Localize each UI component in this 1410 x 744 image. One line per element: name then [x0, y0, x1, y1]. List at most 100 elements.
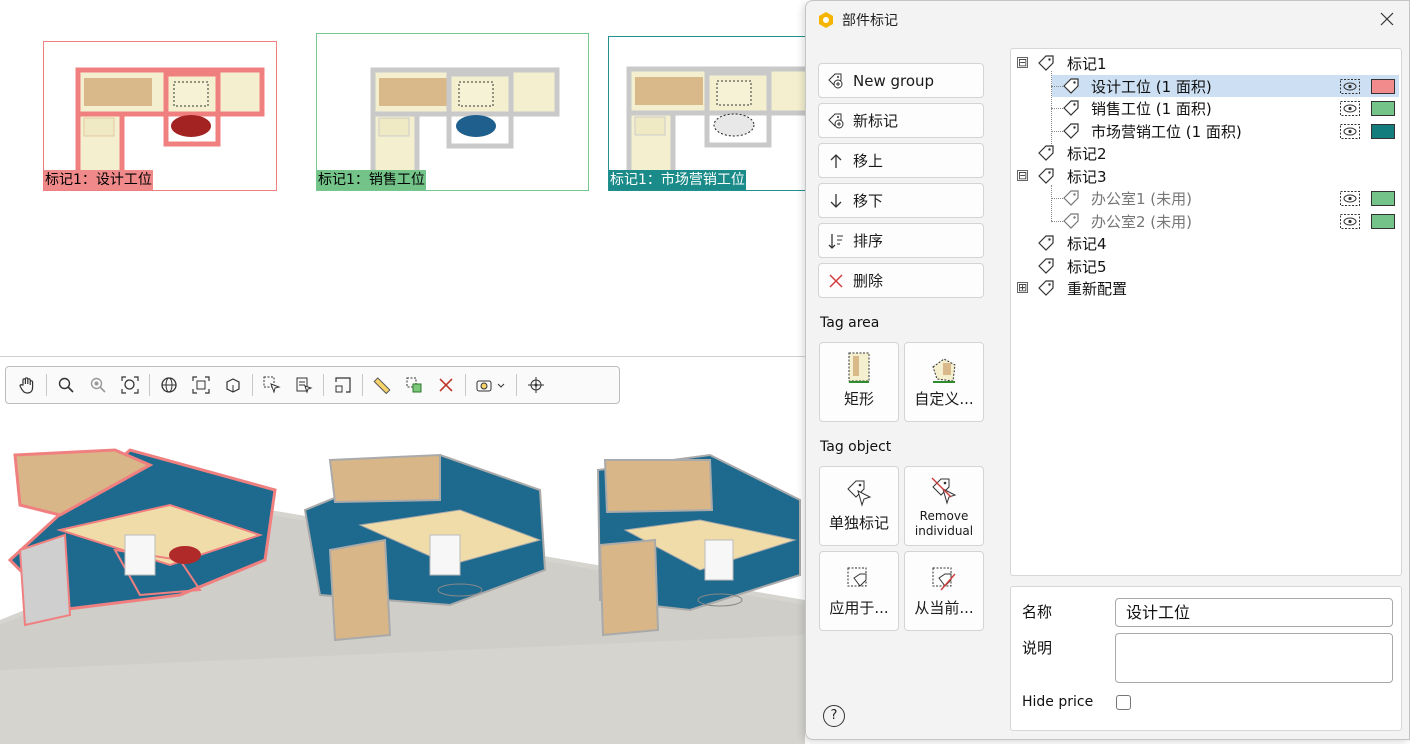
tag-area-rect-button[interactable]: 矩形 — [819, 342, 899, 422]
color-swatch[interactable] — [1371, 79, 1395, 94]
tree-node-design[interactable]: 设计工位 (1 面积) — [1011, 75, 1401, 97]
help-icon[interactable]: ? — [823, 705, 845, 727]
sort-icon — [819, 224, 853, 257]
tag-components-dialog: 部件标记 New group 新标记 移上 移下 排序 删除 Tag area … — [805, 0, 1410, 740]
visibility-eye-icon[interactable] — [1340, 214, 1360, 229]
plan-card-marketing[interactable]: 标记1：市场营销工位 — [608, 36, 807, 191]
delete-button[interactable]: 删除 — [818, 263, 984, 298]
tree-node-label: 销售工位 (1 面积) — [1091, 100, 1212, 118]
rect-label: 矩形 — [843, 390, 874, 408]
plan-card-design[interactable]: 标记1：设计工位 — [43, 41, 277, 191]
new-group-button[interactable]: New group — [818, 63, 984, 98]
tree-node-office1[interactable]: 办公室1 (未用) — [1011, 187, 1401, 209]
dimension-icon[interactable] — [328, 370, 358, 400]
single-tag-label: 单独标记 — [828, 514, 889, 532]
color-swatch[interactable] — [1371, 191, 1395, 206]
tag-add-icon[interactable] — [399, 370, 429, 400]
visibility-eye-icon[interactable] — [1340, 79, 1360, 94]
tree-node-office2[interactable]: 办公室2 (未用) — [1011, 210, 1401, 232]
workstation-plan-drawing — [626, 66, 807, 178]
tag-group-icon — [819, 64, 853, 97]
tag-single-button[interactable]: 单独标记 — [819, 466, 899, 546]
plan-card-label: 标记1：设计工位 — [44, 170, 153, 190]
tree-node-marketing[interactable]: 市场营销工位 (1 面积) — [1011, 120, 1401, 142]
new-tag-button[interactable]: 新标记 — [818, 103, 984, 138]
sort-label: 排序 — [853, 232, 884, 250]
tree-node-label: 标记3 — [1067, 168, 1107, 186]
target-icon[interactable] — [521, 370, 551, 400]
new-group-label: New group — [853, 71, 935, 90]
properties-panel: 名称 设计工位 说明 Hide price — [1010, 586, 1402, 731]
move-up-button[interactable]: 移上 — [818, 143, 984, 178]
toolbar-separator — [323, 374, 324, 396]
remove-line2: individual — [914, 524, 974, 538]
zoom-out-icon[interactable] — [83, 370, 113, 400]
visibility-eye-icon[interactable] — [1340, 101, 1360, 116]
description-label: 说明 — [1022, 639, 1053, 657]
color-swatch[interactable] — [1371, 214, 1395, 229]
tree-node-tag5[interactable]: 标记5 — [1011, 255, 1401, 277]
toolbar-separator — [149, 374, 150, 396]
tag-remove-icon — [929, 467, 959, 505]
tree-node-label: 标记1 — [1067, 55, 1107, 73]
3d-viewport[interactable] — [0, 410, 810, 744]
collapse-icon[interactable]: ⊟ — [1017, 57, 1028, 68]
select-properties-icon[interactable] — [289, 370, 319, 400]
collapse-icon[interactable]: ⊟ — [1017, 170, 1028, 181]
close-icon[interactable] — [1379, 11, 1395, 27]
tree-node-label: 办公室1 (未用) — [1091, 190, 1193, 208]
color-swatch[interactable] — [1371, 124, 1395, 139]
zoom-fit-icon[interactable] — [115, 370, 145, 400]
frame-all-icon[interactable] — [218, 370, 248, 400]
sort-button[interactable]: 排序 — [818, 223, 984, 258]
move-down-button[interactable]: 移下 — [818, 183, 984, 218]
tree-node-sales[interactable]: 销售工位 (1 面积) — [1011, 97, 1401, 119]
tree-node-label: 市场营销工位 (1 面积) — [1091, 123, 1242, 141]
tree-node-tag2[interactable]: 标记2 — [1011, 142, 1401, 164]
plan-card-label: 标记1：销售工位 — [317, 170, 426, 190]
delete-x-icon — [819, 264, 853, 297]
custom-label: 自定义... — [914, 390, 974, 408]
camera-icon[interactable] — [470, 370, 512, 400]
plan-card-sales[interactable]: 标记1：销售工位 — [316, 33, 589, 191]
tree-node-reconfig[interactable]: ⊞ 重新配置 — [1011, 277, 1401, 299]
from-current-button[interactable]: 从当前... — [904, 551, 984, 631]
clear-icon[interactable] — [431, 370, 461, 400]
remove-area-icon — [929, 552, 959, 594]
tag-area-custom-button[interactable]: 自定义... — [904, 342, 984, 422]
tag-icon — [1063, 100, 1079, 116]
measure-icon[interactable] — [367, 370, 397, 400]
tree-node-label: 标记2 — [1067, 145, 1107, 163]
zoom-in-icon[interactable] — [51, 370, 81, 400]
orbit-icon[interactable] — [154, 370, 184, 400]
color-swatch[interactable] — [1371, 101, 1395, 116]
tree-node-label: 办公室2 (未用) — [1091, 213, 1193, 231]
toolbar-separator — [465, 374, 466, 396]
tree-node-tag1[interactable]: ⊟ 标记1 — [1011, 52, 1401, 74]
name-field[interactable]: 设计工位 — [1115, 598, 1393, 627]
toolbar-separator — [516, 374, 517, 396]
view-divider[interactable] — [0, 356, 805, 357]
new-tag-label: 新标记 — [853, 112, 899, 130]
toolbar-separator — [362, 374, 363, 396]
frame-selection-icon[interactable] — [186, 370, 216, 400]
tree-node-tag3[interactable]: ⊟ 标记3 — [1011, 165, 1401, 187]
hide-price-checkbox[interactable] — [1116, 695, 1131, 710]
remove-individual-button[interactable]: Remove individual — [904, 466, 984, 546]
name-label: 名称 — [1022, 603, 1053, 621]
move-up-label: 移上 — [853, 152, 884, 170]
expand-icon[interactable]: ⊞ — [1017, 282, 1028, 293]
tree-node-label: 标记5 — [1067, 258, 1107, 276]
pan-hand-icon[interactable] — [12, 370, 42, 400]
arrow-up-icon — [819, 144, 853, 177]
delete-label: 删除 — [853, 272, 884, 290]
tree-node-tag4[interactable]: 标记4 — [1011, 232, 1401, 254]
visibility-eye-icon[interactable] — [1340, 124, 1360, 139]
app-window: 标记1：设计工位 标记1：销售工位 标记1：市场营销工位 部件标记 New gr… — [0, 0, 1410, 744]
plan-card-label: 标记1：市场营销工位 — [609, 170, 746, 190]
visibility-eye-icon[interactable] — [1340, 191, 1360, 206]
apply-to-button[interactable]: 应用于... — [819, 551, 899, 631]
description-field[interactable] — [1115, 633, 1393, 683]
tag-icon — [1038, 168, 1054, 184]
select-icon[interactable] — [257, 370, 287, 400]
